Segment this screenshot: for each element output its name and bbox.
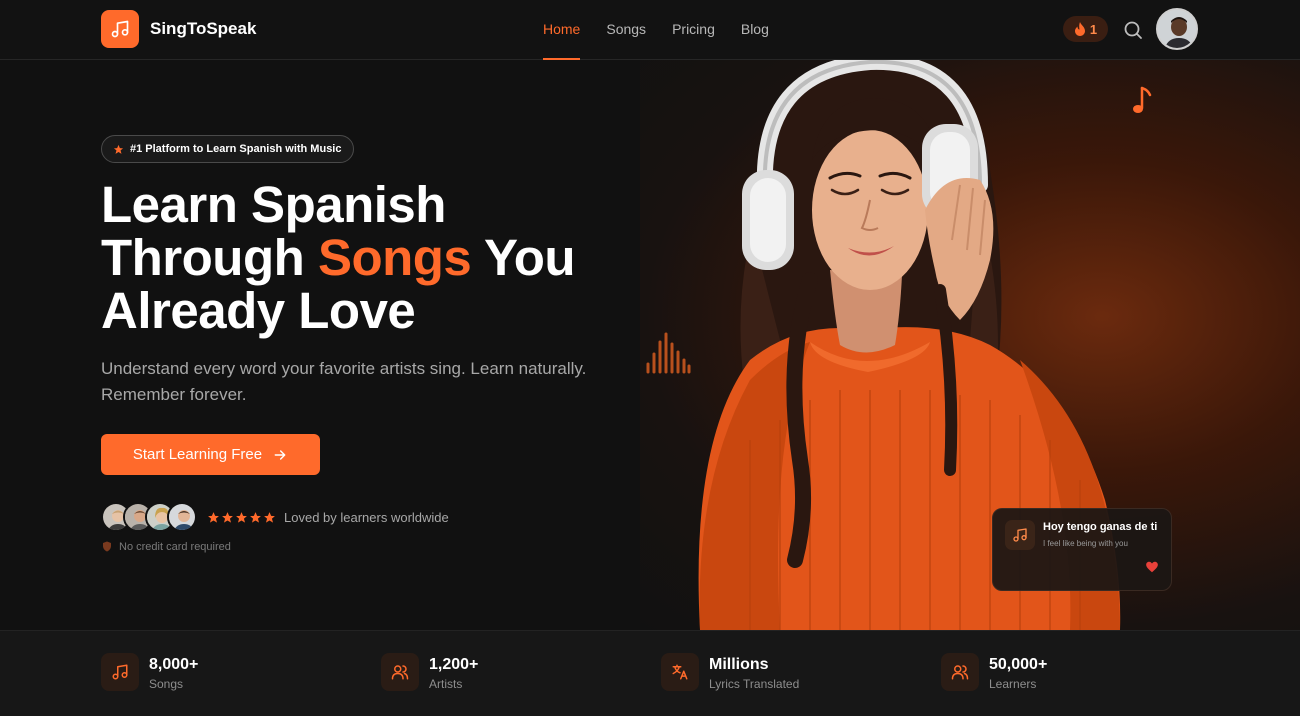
no-card-text: No credit card required — [119, 540, 231, 553]
subtext-line-2: Remember forever. — [101, 385, 247, 404]
stat-label: Learners — [989, 677, 1037, 691]
subtext-line-1: Understand every word your favorite arti… — [101, 359, 587, 378]
cta-label: Start Learning Free — [132, 446, 263, 463]
translate-icon — [672, 664, 688, 680]
headline-line-1: Learn Spanish — [101, 176, 446, 233]
heart-icon[interactable] — [1145, 560, 1159, 574]
headline-line-3: Already Love — [101, 282, 416, 339]
stats-bar: 8,000+ Songs 1,200+ Artists Millions Lyr… — [0, 630, 1300, 716]
headline-line-2-end: You — [471, 229, 576, 286]
stat-icon-box — [381, 653, 419, 691]
main-nav: Home Songs Pricing Blog — [543, 0, 795, 60]
search-icon — [1124, 21, 1142, 39]
star-icon — [264, 511, 275, 523]
star-icon — [250, 511, 261, 523]
music-note-icon — [1013, 528, 1027, 542]
stat-value: 50,000+ — [989, 656, 1048, 673]
users-icon — [391, 665, 409, 680]
lyric-english: I feel like being with you — [1043, 539, 1128, 548]
stat-label: Songs — [149, 677, 184, 691]
headline-line-2-start: Through — [101, 229, 318, 286]
stat-label: Artists — [429, 677, 463, 691]
music-note-icon — [1133, 86, 1152, 113]
arrow-right-icon — [274, 449, 286, 460]
platform-badge: #1 Platform to Learn Spanish with Music — [101, 135, 355, 163]
nav-link-blog[interactable]: Blog — [741, 0, 769, 60]
equalizer-icon — [646, 332, 691, 374]
social-proof: Loved by learners worldwide — [101, 502, 449, 532]
rating-stars — [207, 511, 276, 524]
stat-value: Millions — [709, 656, 769, 673]
hero-subtext: Understand every word your favorite arti… — [101, 356, 601, 408]
learner-avatar — [167, 502, 197, 532]
star-icon — [208, 511, 219, 523]
stat-label: Lyrics Translated — [709, 677, 800, 691]
lyric-spanish: Hoy tengo ganas de ti — [1043, 521, 1158, 533]
streak-badge[interactable]: 1 — [1063, 16, 1108, 42]
flame-icon — [1074, 22, 1085, 36]
no-credit-card-note: No credit card required — [101, 540, 231, 553]
users-icon — [951, 665, 969, 680]
streak-count: 1 — [1089, 21, 1098, 37]
social-proof-text: Loved by learners worldwide — [284, 509, 449, 525]
nav-link-pricing[interactable]: Pricing — [672, 0, 715, 60]
top-navbar: SingToSpeak Home Songs Pricing Blog 1 — [0, 0, 1300, 60]
music-note-icon — [112, 664, 128, 680]
start-learning-button[interactable]: Start Learning Free — [101, 434, 320, 475]
stat-icon-box — [101, 653, 139, 691]
shield-icon — [103, 541, 111, 552]
star-icon — [113, 144, 124, 154]
badge-text: #1 Platform to Learn Spanish with Music — [130, 143, 342, 155]
star-icon — [236, 511, 247, 523]
stat-icon-box — [661, 653, 699, 691]
stat-value: 8,000+ — [149, 656, 199, 673]
stat-icon-box — [941, 653, 979, 691]
nav-link-home[interactable]: Home — [543, 0, 581, 60]
brand-name[interactable]: SingToSpeak — [150, 19, 256, 39]
headline-accent-word: Songs — [317, 229, 472, 286]
hero-headline: Learn Spanish Through Songs You Already … — [101, 178, 641, 337]
user-avatar[interactable] — [1156, 8, 1198, 50]
logo-music-note-icon[interactable] — [101, 10, 139, 48]
lyric-card[interactable]: Hoy tengo ganas de ti I feel like being … — [992, 508, 1172, 591]
lyric-card-icon — [1005, 520, 1035, 550]
search-button[interactable] — [1121, 18, 1145, 42]
stat-value: 1,200+ — [429, 656, 479, 673]
nav-link-songs[interactable]: Songs — [606, 0, 646, 60]
star-icon — [222, 511, 233, 523]
